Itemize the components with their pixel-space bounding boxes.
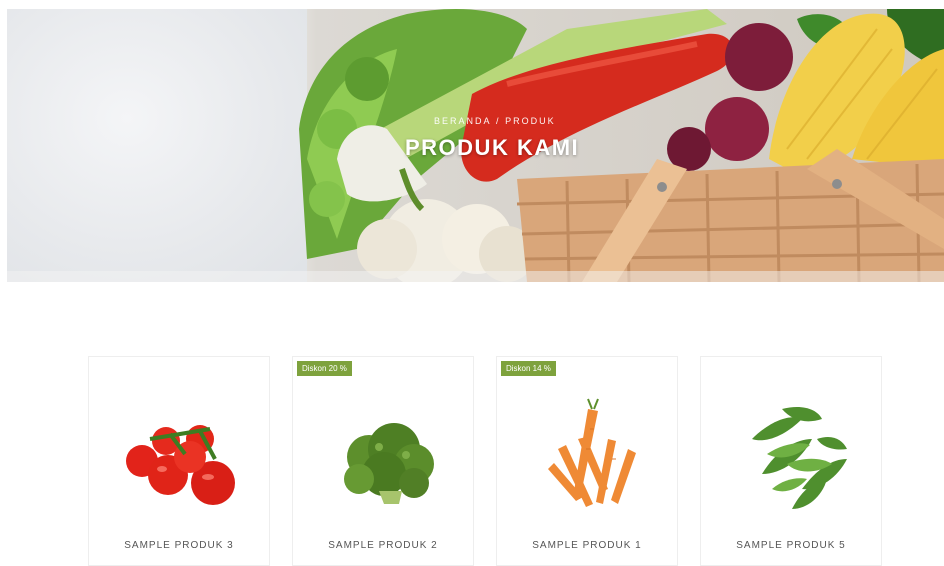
product-card[interactable]: SAMPLE PRODUK 3: [88, 356, 270, 566]
breadcrumb-current: Produk: [505, 116, 556, 126]
breadcrumb: Beranda / Produk: [434, 116, 556, 126]
discount-badge: Diskon 14 %: [501, 361, 556, 376]
product-card[interactable]: Diskon 14 % SAMPLE PRODUK 1: [496, 356, 678, 566]
breadcrumb-home-link[interactable]: Beranda: [434, 116, 492, 126]
tomato-icon: [126, 425, 235, 505]
product-name[interactable]: SAMPLE PRODUK 2: [293, 540, 473, 551]
page-title: PRODUK KAMI: [405, 135, 580, 160]
carrot-icon: [548, 398, 636, 507]
product-card[interactable]: Diskon 20 % SAMPLE PRODUK 2: [292, 356, 474, 566]
product-card[interactable]: SAMPLE PRODUK 5: [700, 356, 882, 566]
product-name[interactable]: SAMPLE PRODUK 5: [701, 540, 881, 551]
product-name[interactable]: SAMPLE PRODUK 3: [89, 540, 269, 551]
peas-icon: [752, 407, 847, 509]
broccoli-icon: [344, 423, 434, 504]
discount-badge: Diskon 20 %: [297, 361, 352, 376]
product-name[interactable]: SAMPLE PRODUK 1: [497, 540, 677, 551]
breadcrumb-separator: /: [496, 116, 501, 126]
product-grid: SAMPLE PRODUK 3 Diskon 20 % SAMPLE PRODU…: [88, 356, 884, 566]
hero-banner: Beranda / Produk PRODUK KAMI: [7, 9, 944, 282]
